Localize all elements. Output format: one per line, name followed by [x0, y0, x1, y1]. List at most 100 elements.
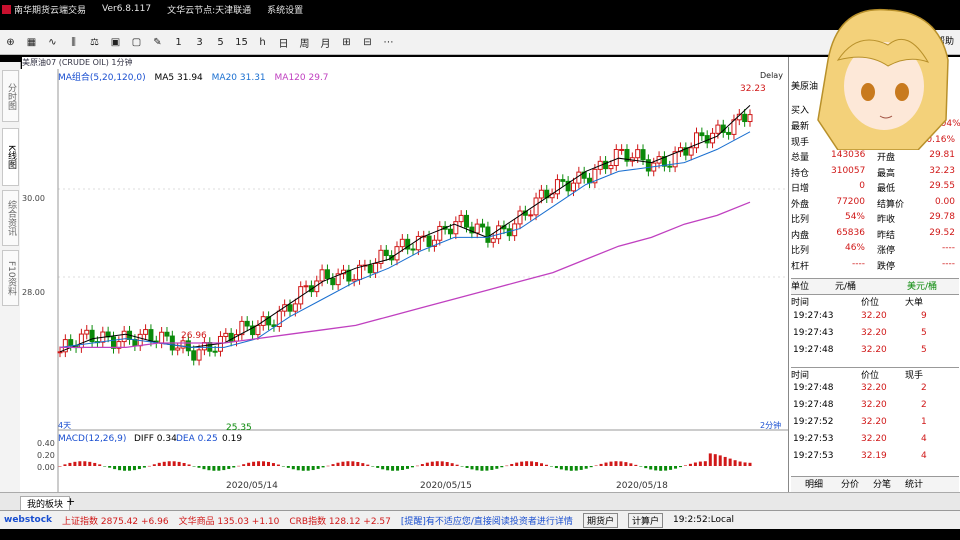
tab-timeshare[interactable]: 分时图 [2, 70, 19, 122]
bigorder-row: 19:27:43 32.20 9 [793, 311, 927, 321]
macd-bar [386, 466, 390, 471]
period-15[interactable]: 15 [231, 37, 252, 48]
period-day[interactable]: 日 [273, 35, 294, 50]
quote-row: 比列 54% 昨收 29.78 [791, 212, 955, 225]
macd-bar [157, 462, 161, 466]
macd-bar [609, 461, 613, 466]
macd-bar [629, 463, 633, 466]
grid-icon[interactable]: ▦ [21, 37, 42, 48]
tab-price-dist[interactable]: 分价 [841, 477, 859, 490]
left-tag: 4天 [58, 421, 71, 430]
tab-kline[interactable]: K线图 [2, 128, 19, 186]
tab-stats[interactable]: 统计 [905, 477, 923, 490]
macd-bar [594, 465, 598, 467]
macd-bar [679, 466, 683, 468]
kline-chart[interactable]: 30.00 28.00 26.96 25.35 32.23 Delay 4天 2… [20, 69, 788, 492]
candle-body [244, 320, 250, 327]
calc-button[interactable]: 计算户 [627, 512, 663, 528]
macd-bar [614, 461, 618, 466]
zoom-in-icon[interactable]: ⊞ [336, 37, 357, 48]
window-icon[interactable]: ▢ [126, 37, 147, 48]
zoom-out-icon[interactable]: ⊟ [357, 37, 378, 48]
tab-ticks[interactable]: 分笔 [873, 477, 891, 490]
macd-bar [366, 464, 370, 466]
candle-body [496, 225, 502, 240]
candle-body [619, 148, 625, 151]
candle-icon[interactable]: ⫼ [63, 37, 84, 48]
macd-bar [212, 466, 216, 471]
quote-row: 总量 143036 开盘 29.81 [791, 150, 955, 163]
candle-body [324, 269, 330, 279]
unit-yuan[interactable]: 元/桶 [835, 279, 856, 292]
macd-bar [301, 466, 305, 471]
macd-bar [182, 463, 186, 466]
ma120-value: MA120 29.7 [274, 73, 329, 83]
candle-body [57, 351, 63, 354]
back-icon[interactable]: ⊕ [0, 37, 21, 48]
macd-bar [401, 466, 405, 470]
candle-body [191, 350, 197, 361]
version: Ver6.8.117 [102, 4, 152, 14]
unit-usd[interactable]: 美元/桶 [907, 279, 937, 292]
server-info[interactable]: 文华云节点:天津联通 [167, 3, 251, 16]
macd-bar [500, 466, 504, 468]
macd-bar [127, 466, 131, 471]
compare-icon[interactable]: ⚖ [84, 37, 105, 48]
macd-bar [137, 466, 141, 470]
candle-body [453, 221, 459, 235]
macd-bar [93, 462, 97, 466]
period-5[interactable]: 5 [210, 37, 231, 48]
notice-link[interactable]: [提醒]有不适应您/直接阅读投资者进行详情 [401, 514, 573, 527]
macd-bar [619, 461, 623, 466]
macd-bar [113, 466, 117, 470]
unit-label: 单位 [791, 282, 810, 292]
macd-bar [123, 466, 127, 471]
macd-bar [152, 464, 156, 466]
ma-line-ma120 [60, 201, 751, 349]
macd-bar [415, 465, 419, 467]
macd-bar [554, 466, 558, 469]
macd-bar [475, 466, 479, 471]
period-3[interactable]: 3 [189, 37, 210, 48]
macd-bar [361, 463, 365, 466]
add-tab-button[interactable]: + [66, 495, 75, 508]
more-icon[interactable]: ⋯ [378, 37, 399, 48]
tab-f10[interactable]: F10资料 [2, 250, 19, 306]
macd-bar [510, 463, 514, 466]
macd-bar [276, 464, 280, 466]
candle-body [255, 324, 261, 336]
chart-area[interactable]: 30.00 28.00 26.96 25.35 32.23 Delay 4天 2… [20, 69, 788, 492]
candle-body [68, 339, 74, 347]
macd-bar [490, 466, 494, 470]
macd-label: MACD(12,26,9) [58, 434, 126, 444]
bottom-tabbar: 我的板块 + [0, 492, 960, 511]
draw-icon[interactable]: ✎ [147, 37, 168, 48]
macd-bar [579, 466, 583, 470]
macd-bar [455, 464, 459, 466]
index-crb[interactable]: CRB指数 128.12 +2.57 [289, 514, 391, 527]
candle-body [185, 340, 191, 352]
index-wenhua[interactable]: 文华商品 135.03 +1.10 [179, 514, 280, 527]
tab-detail[interactable]: 明细 [805, 477, 823, 490]
macd-bar [88, 461, 92, 466]
macd-bar [316, 466, 320, 469]
candle-body [180, 340, 186, 349]
date-0518: 2020/05/18 [616, 481, 668, 491]
futures-button[interactable]: 期货户 [582, 512, 618, 528]
system-settings[interactable]: 系统设置 [267, 3, 303, 16]
tab-my-sectors[interactable]: 我的板块 [20, 496, 71, 511]
macd-bar [574, 466, 578, 471]
period-week[interactable]: 周 [294, 35, 315, 50]
period-h[interactable]: h [252, 37, 273, 48]
candle-body [560, 179, 566, 182]
period-month[interactable]: 月 [315, 35, 336, 50]
candle-body [608, 165, 614, 170]
period-1[interactable]: 1 [168, 37, 189, 48]
macd-bar [515, 462, 519, 466]
layout-icon[interactable]: ▣ [105, 37, 126, 48]
candle-body [319, 269, 325, 282]
candle-body [373, 262, 379, 274]
index-sse[interactable]: 上证指数 2875.42 +6.96 [62, 514, 169, 527]
tab-news[interactable]: 综合资讯 [2, 190, 19, 246]
line-icon[interactable]: ∿ [42, 37, 63, 48]
